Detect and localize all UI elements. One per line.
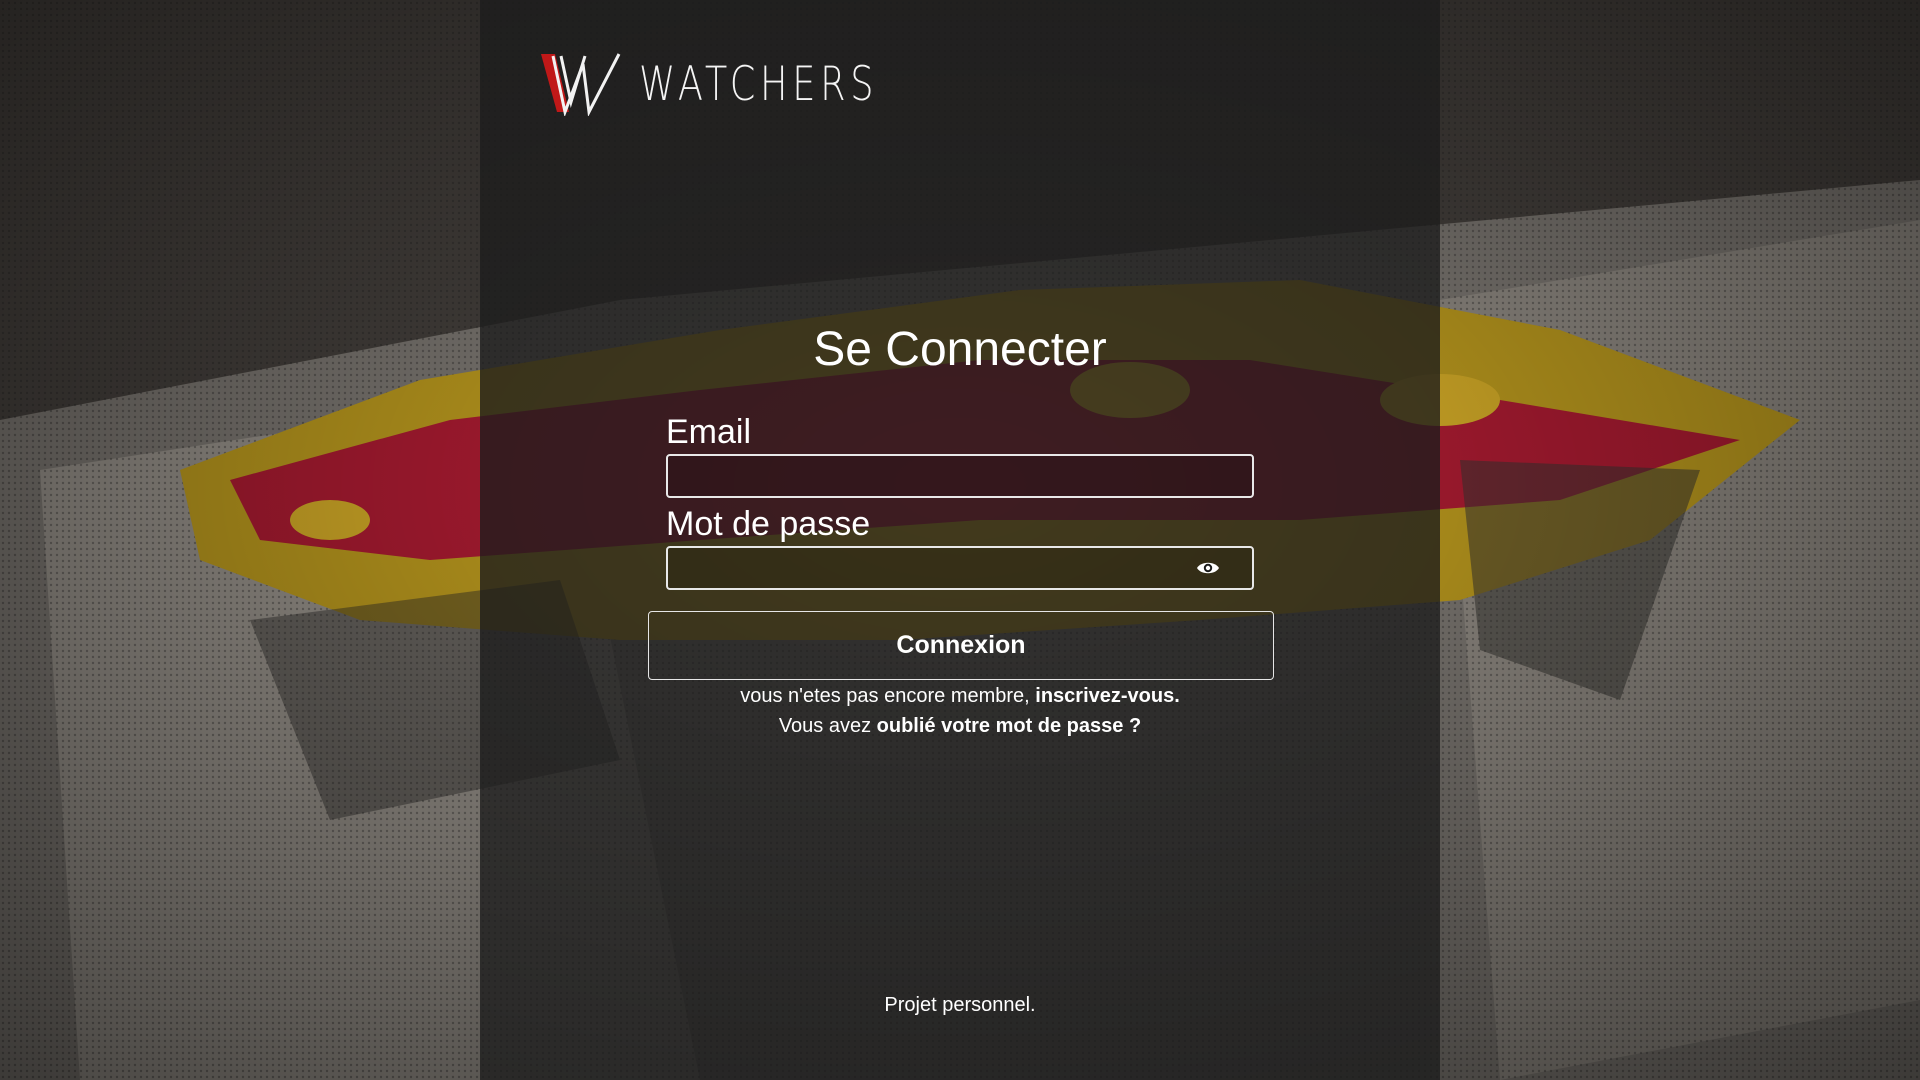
signup-link[interactable]: inscrivez-vous. bbox=[1035, 685, 1180, 707]
footer-text: Projet personnel. bbox=[884, 994, 1036, 1016]
eye-icon[interactable] bbox=[1196, 558, 1220, 578]
forgot-password-prompt: Vous avez oublié votre mot de passe ? bbox=[480, 712, 1440, 740]
watchers-w-logo-icon bbox=[541, 53, 621, 116]
password-input[interactable] bbox=[668, 548, 1252, 588]
email-field-container bbox=[666, 454, 1254, 498]
login-form: Email Mot de passe bbox=[666, 410, 1254, 590]
signup-prompt: vous n'etes pas encore membre, inscrivez… bbox=[480, 682, 1440, 710]
login-panel: WATCHERS Se Connecter Email Mot de passe… bbox=[480, 0, 1440, 1080]
signup-prefix: vous n'etes pas encore membre, bbox=[740, 685, 1036, 707]
login-button[interactable]: Connexion bbox=[648, 611, 1274, 680]
page-title: Se Connecter bbox=[813, 323, 1107, 376]
forgot-password-link[interactable]: oublié votre mot de passe ? bbox=[877, 715, 1142, 737]
email-input[interactable] bbox=[668, 456, 1252, 496]
brand-logo[interactable]: WATCHERS bbox=[539, 52, 946, 116]
brand-name: WATCHERS bbox=[639, 56, 879, 112]
password-field-container bbox=[666, 546, 1254, 590]
email-label: Email bbox=[666, 413, 752, 451]
password-label: Mot de passe bbox=[666, 505, 871, 543]
forgot-prefix: Vous avez bbox=[778, 715, 877, 737]
